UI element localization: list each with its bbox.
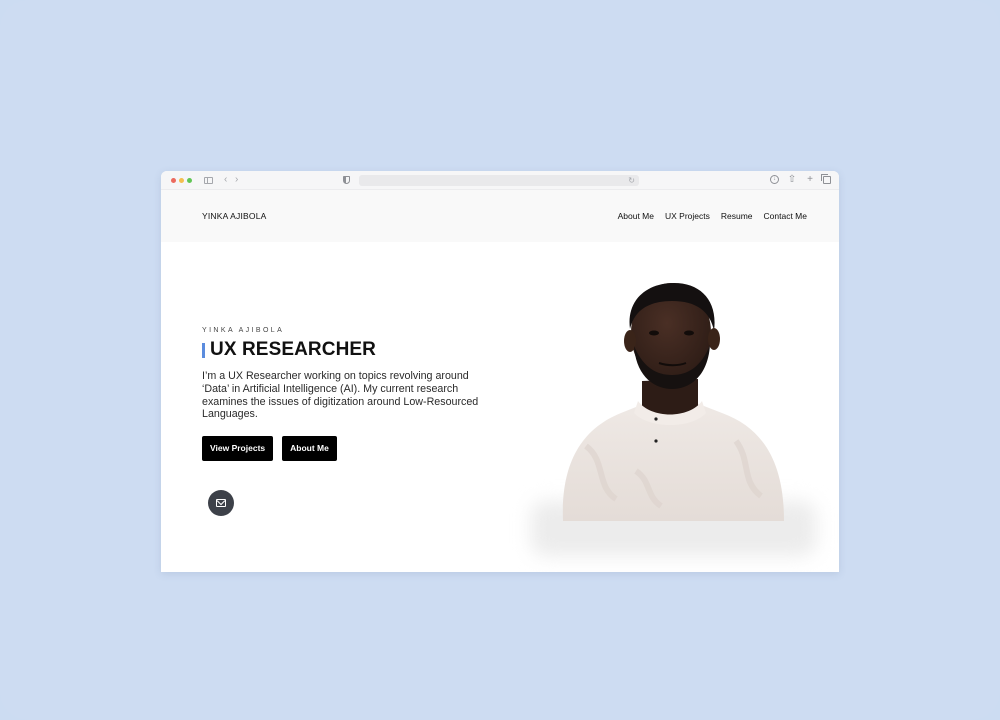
- profile-photo: [526, 271, 821, 561]
- title-accent-bar: [202, 342, 205, 358]
- download-icon[interactable]: ↓: [770, 175, 779, 184]
- maximize-window-button[interactable]: [187, 178, 192, 183]
- browser-actions: ↓ ⇧ +: [770, 174, 831, 185]
- view-projects-button[interactable]: View Projects: [202, 436, 274, 462]
- close-window-button[interactable]: [171, 178, 176, 183]
- hero-title-row: UX RESEARCHER: [202, 339, 492, 361]
- hero-text: YINKA AJIBOLA UX RESEARCHER I’m a UX Res…: [202, 327, 492, 462]
- shield-icon[interactable]: [343, 176, 350, 184]
- new-tab-icon[interactable]: +: [805, 174, 815, 185]
- mail-icon: [216, 499, 226, 507]
- nav-ux-projects[interactable]: UX Projects: [665, 211, 710, 221]
- hero-eyebrow: YINKA AJIBOLA: [202, 327, 285, 334]
- browser-toolbar: ‹ › ↻ ↓ ⇧ +: [161, 171, 839, 190]
- site-header: YINKA AJIBOLA About Me UX Projects Resum…: [161, 190, 839, 242]
- nav-contact-me[interactable]: Contact Me: [764, 211, 807, 221]
- share-icon[interactable]: ⇧: [787, 174, 797, 185]
- minimize-window-button[interactable]: [179, 178, 184, 183]
- forward-icon[interactable]: ›: [235, 175, 238, 185]
- hero-actions: View Projects About Me: [202, 436, 492, 462]
- portrait-illustration: [562, 283, 784, 521]
- address-bar[interactable]: ↻: [359, 175, 639, 186]
- nav-about-me[interactable]: About Me: [618, 211, 654, 221]
- about-me-button[interactable]: About Me: [282, 436, 337, 462]
- sidebar-icon[interactable]: [204, 177, 213, 184]
- nav-resume[interactable]: Resume: [721, 211, 753, 221]
- tabs-icon[interactable]: [821, 174, 831, 184]
- main-nav: About Me UX Projects Resume Contact Me: [618, 211, 807, 221]
- reload-icon[interactable]: ↻: [628, 176, 635, 185]
- back-icon[interactable]: ‹: [224, 175, 227, 185]
- mail-button[interactable]: [208, 490, 234, 516]
- site-logo[interactable]: YINKA AJIBOLA: [202, 211, 267, 221]
- hero-intro: I’m a UX Researcher working on topics re…: [202, 370, 479, 421]
- browser-window: ‹ › ↻ ↓ ⇧ + YINKA AJIBOLA About Me UX Pr…: [161, 171, 839, 572]
- page-title: UX RESEARCHER: [210, 339, 376, 360]
